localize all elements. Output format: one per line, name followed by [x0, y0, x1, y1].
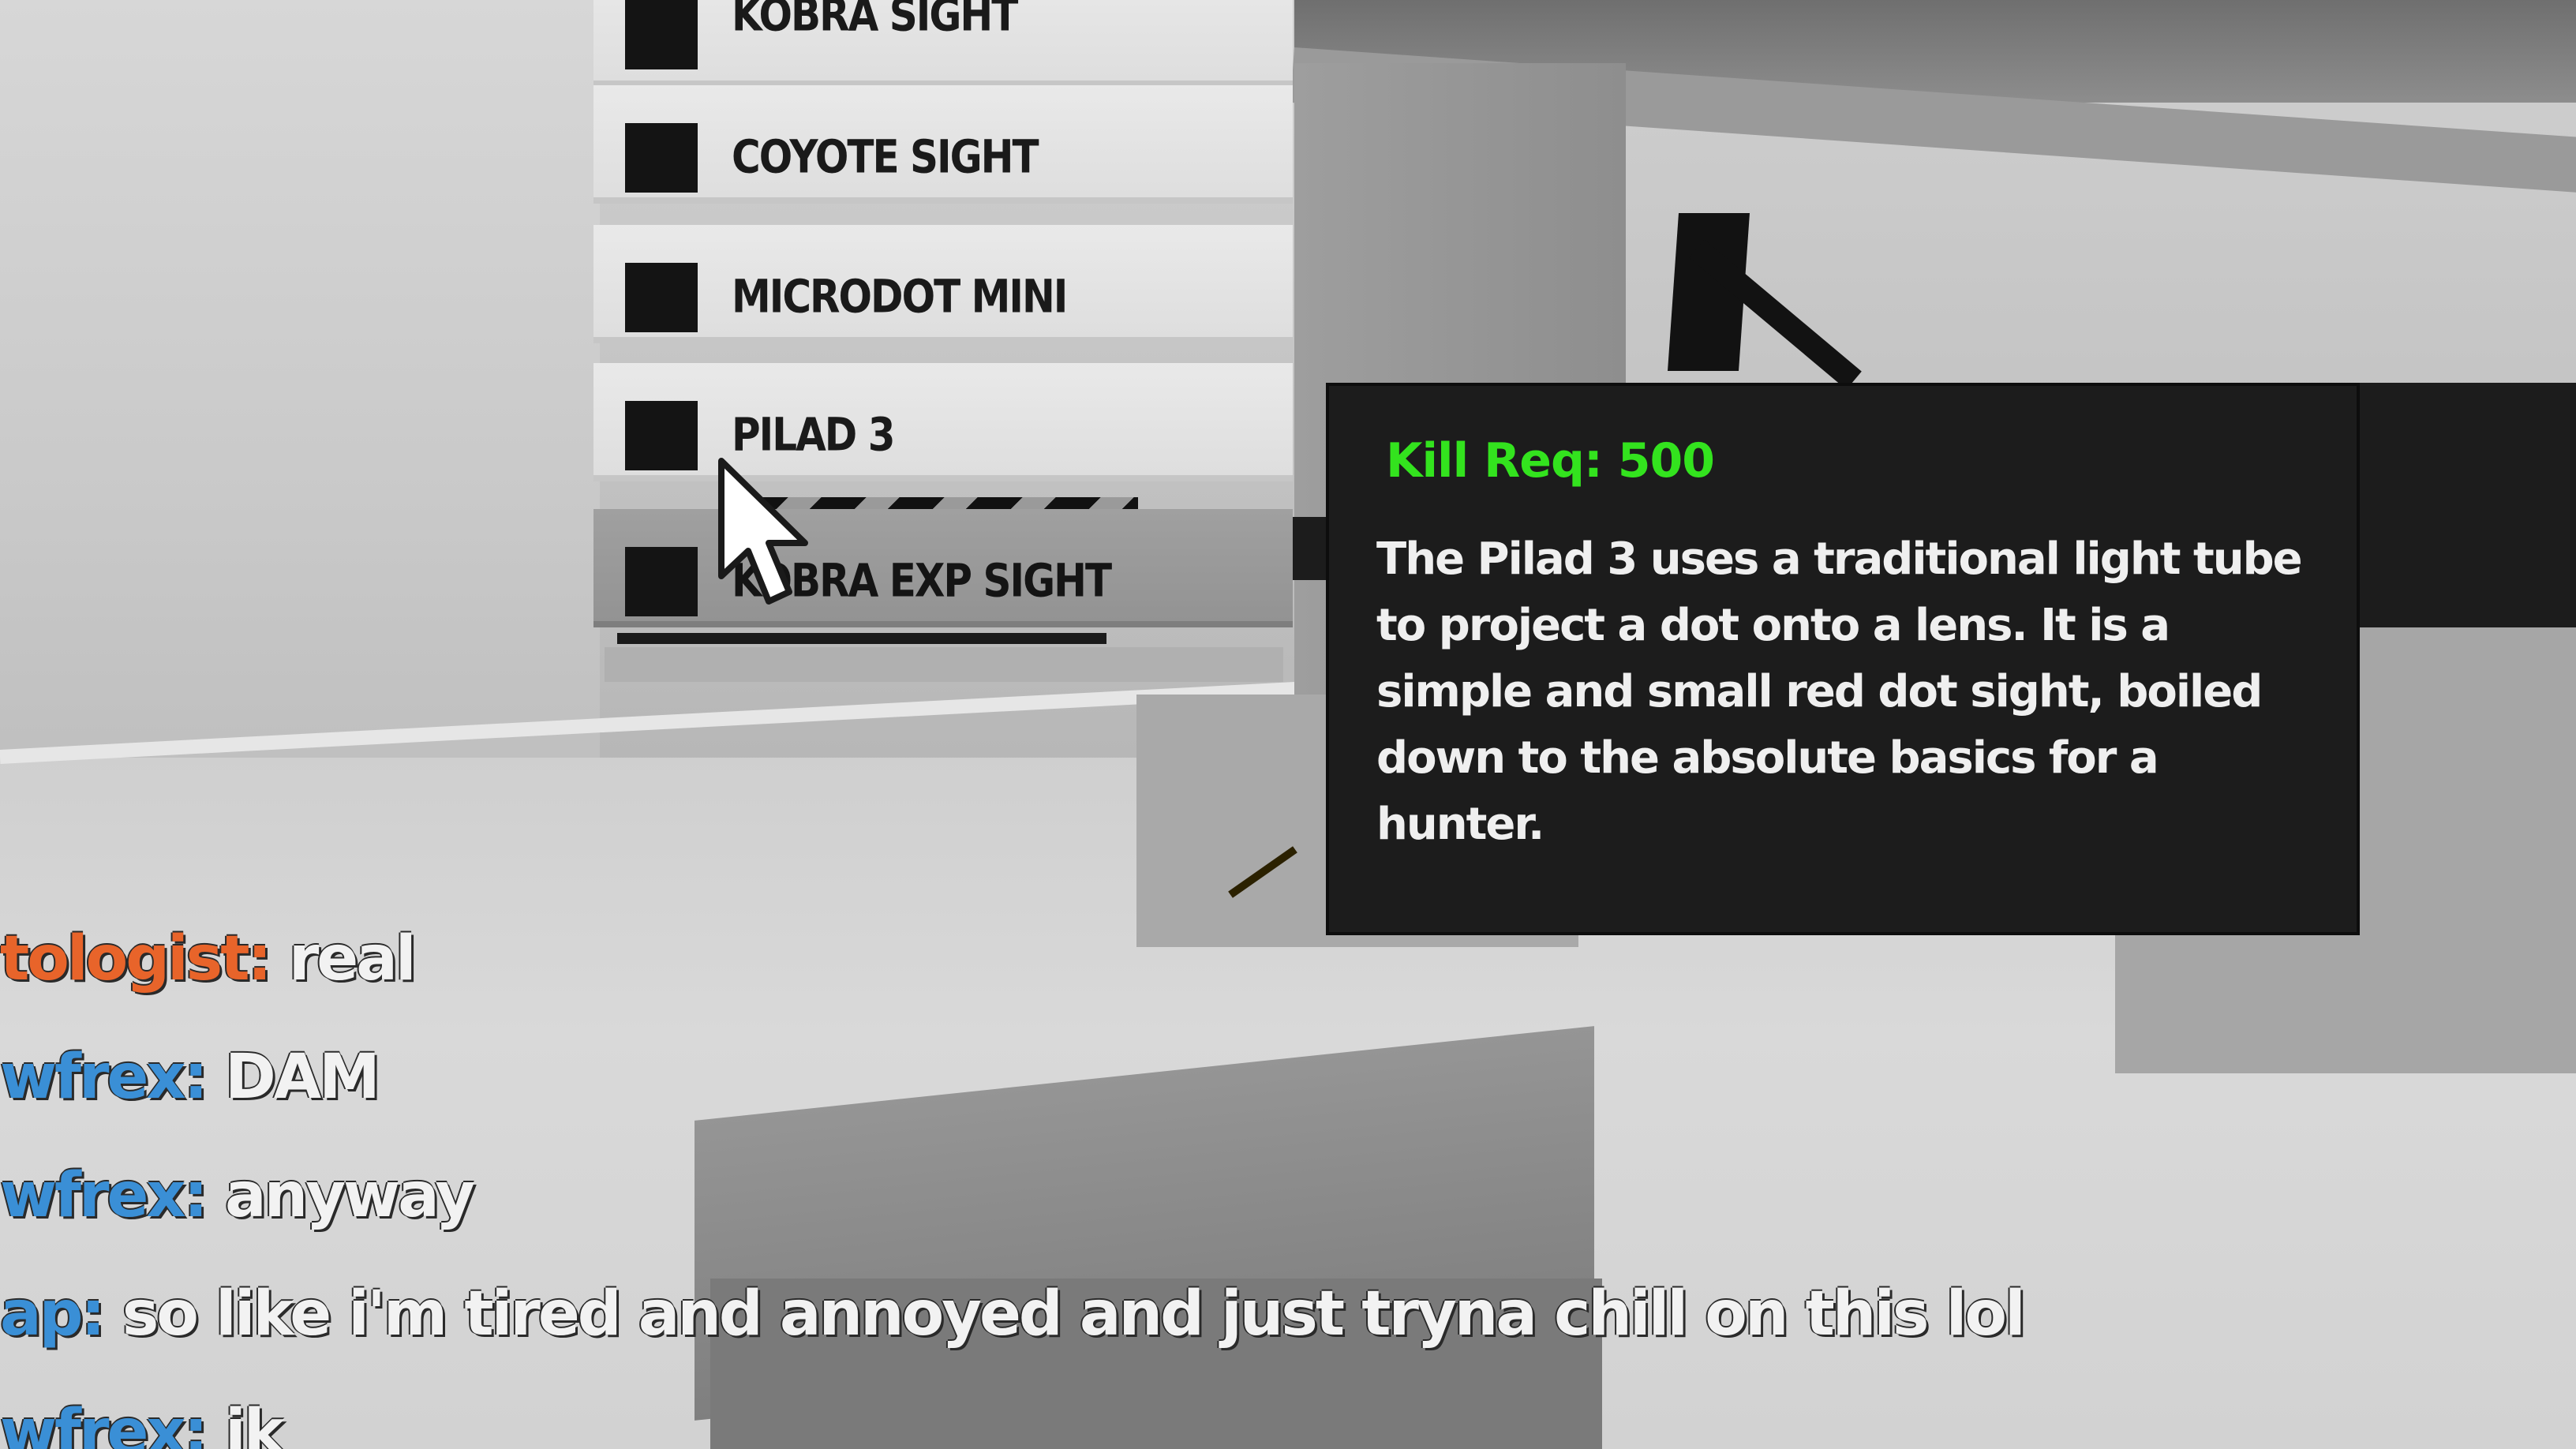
chat-username: ap:: [0, 1279, 106, 1350]
attachment-label: PILAD 3: [732, 408, 896, 462]
chat-text: so like i'm tired and annoyed and just t…: [122, 1279, 2026, 1350]
kill-requirement: Kill Req: 500: [1386, 433, 1715, 489]
wall-background: [0, 0, 600, 829]
attachment-tooltip: Kill Req: 500 The Pilad 3 uses a traditi…: [1326, 383, 2360, 935]
attachment-item-kobra-sight[interactable]: KOBRA SIGHT: [593, 0, 1293, 87]
attachment-item-kobra-exp-sight[interactable]: KOBRA EXP SIGHT: [593, 509, 1293, 627]
chat-text: anyway: [225, 1160, 475, 1231]
chat-message: ap: so like i'm tired and annoyed and ju…: [0, 1279, 2026, 1350]
mouse-pointer-icon: [718, 458, 808, 605]
attachment-description: The Pilad 3 uses a traditional light tub…: [1376, 534, 2303, 850]
attachment-item-partial[interactable]: [605, 647, 1283, 682]
attachment-list: KOBRA SIGHT COYOTE SIGHT MICRODOT MINI P…: [593, 0, 1293, 695]
list-divider: [617, 633, 1106, 644]
game-viewport: KOBRA SIGHT COYOTE SIGHT MICRODOT MINI P…: [0, 0, 2576, 1449]
attachment-item-pilad-3[interactable]: PILAD 3: [593, 363, 1293, 481]
attachment-swatch: [625, 547, 698, 616]
chat-message: wfrex: anyway: [0, 1160, 475, 1231]
attachment-swatch: [625, 263, 698, 332]
tooltip-backdrop: [2360, 383, 2576, 627]
chat-username: wfrex:: [0, 1042, 208, 1113]
attachment-swatch: [625, 0, 698, 69]
chat-text: ik: [225, 1397, 285, 1449]
attachment-label: COYOTE SIGHT: [732, 130, 1039, 184]
chat-message: wfrex: DAM: [0, 1042, 380, 1113]
attachment-swatch: [625, 401, 698, 470]
chat-username: wfrex:: [0, 1160, 208, 1231]
chat-message: tologist: real: [0, 923, 417, 994]
chat-text: DAM: [225, 1042, 380, 1113]
chat-message: wfrex: ik: [0, 1397, 285, 1449]
attachment-label: MICRODOT MINI: [732, 270, 1068, 324]
attachment-label: KOBRA SIGHT: [732, 0, 1018, 42]
attachment-item-microdot-mini[interactable]: MICRODOT MINI: [593, 225, 1293, 343]
chat-username: tologist:: [0, 923, 272, 994]
attachment-item-coyote-sight[interactable]: COYOTE SIGHT: [593, 85, 1293, 204]
attachment-swatch: [625, 123, 698, 193]
chat-username: wfrex:: [0, 1397, 208, 1449]
chat-text: real: [288, 923, 417, 994]
